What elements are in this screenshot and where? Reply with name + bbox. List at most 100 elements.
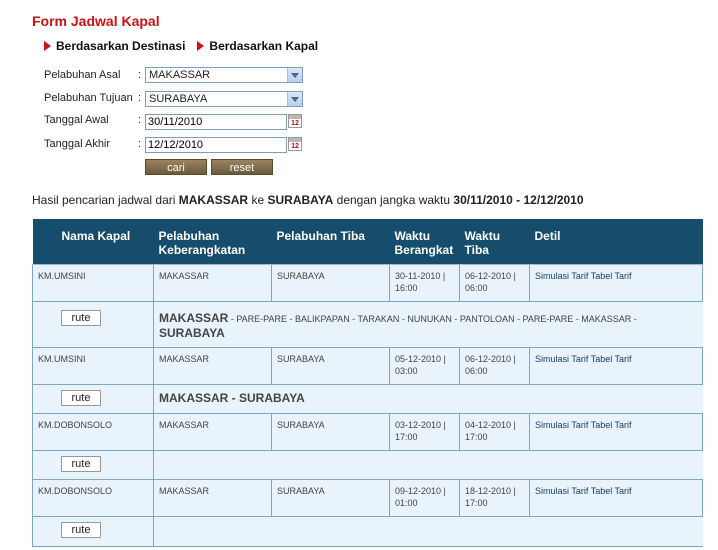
rute-button[interactable]: rute	[61, 521, 101, 538]
table-row: KM.UMSINI MAKASSAR SURABAYA 05-12-2010 |…	[32, 347, 703, 385]
tab-label: Berdasarkan Destinasi	[56, 39, 186, 53]
summary-prefix: Hasil pencarian jadwal dari	[32, 193, 176, 207]
header-waktu-tiba: Waktu Tiba	[459, 219, 530, 265]
rute-button[interactable]: rute	[61, 309, 101, 326]
search-summary: Hasil pencarian jadwal dari MAKASSAR ke …	[32, 193, 584, 207]
table-header-row: Nama Kapal Pelabuhan Keberangkatan Pelab…	[32, 219, 703, 265]
simulasi-tarif-link[interactable]: Simulasi Tarif	[535, 486, 588, 496]
table-row: KM.UMSINI MAKASSAR SURABAYA 30-11-2010 |…	[32, 264, 703, 302]
cell-waktu-berangkat: 09-12-2010 | 01:00	[389, 479, 460, 517]
pelabuhan-asal-label: Pelabuhan Asal	[44, 69, 121, 81]
cari-button[interactable]: cari	[145, 159, 207, 175]
cell-berangkat-port: MAKASSAR	[153, 347, 272, 385]
cell-waktu-berangkat: 03-12-2010 | 17:00	[389, 413, 460, 451]
tab-berdasarkan-destinasi[interactable]: Berdasarkan Destinasi	[44, 39, 185, 53]
cell-route	[153, 450, 703, 480]
header-nama-kapal: Nama Kapal	[32, 219, 154, 265]
cell-waktu-berangkat: 05-12-2010 | 03:00	[389, 347, 460, 385]
cell-tiba-port: SURABAYA	[271, 479, 390, 517]
cell-berangkat-port: MAKASSAR	[153, 264, 272, 302]
chevron-down-icon[interactable]	[287, 68, 302, 82]
calendar-icon[interactable]: 12	[288, 114, 302, 128]
cell-waktu-tiba: 04-12-2010 | 17:00	[459, 413, 530, 451]
route-full: MAKASSAR - SURABAYA	[159, 390, 305, 405]
cell-detil: Simulasi Tarif Tabel Tarif	[529, 264, 703, 302]
simulasi-tarif-link[interactable]: Simulasi Tarif	[535, 271, 588, 281]
summary-mid: ke	[251, 193, 265, 207]
route-row: rute MAKASSAR - PARE-PARE - BALIKPAPAN -…	[32, 301, 703, 348]
header-waktu-berangkat: Waktu Berangkat	[389, 219, 460, 265]
summary-to: SURABAYA	[267, 193, 334, 207]
rute-button[interactable]: rute	[61, 389, 101, 406]
pelabuhan-tujuan-row: Pelabuhan Tujuan :	[44, 89, 148, 107]
route-row: rute	[32, 450, 703, 480]
summary-mid2: dengan jangka waktu	[336, 193, 451, 207]
cell-route: MAKASSAR - PARE-PARE - BALIKPAPAN - TARA…	[153, 301, 703, 348]
search-mode-tabs: Berdasarkan Destinasi Berdasarkan Kapal	[44, 39, 330, 53]
rute-button[interactable]: rute	[61, 455, 101, 472]
pelabuhan-tujuan-select[interactable]: SURABAYA	[145, 91, 303, 107]
cell-kapal: KM.UMSINI	[32, 347, 154, 385]
pelabuhan-tujuan-value: SURABAYA	[149, 93, 208, 105]
cell-kapal: KM.DOBONSOLO	[32, 413, 154, 451]
tab-label: Berdasarkan Kapal	[209, 39, 319, 53]
cell-kapal: KM.UMSINI	[32, 264, 154, 302]
cell-waktu-tiba: 06-12-2010 | 06:00	[459, 264, 530, 302]
tanggal-akhir-label: Tanggal Akhir	[44, 138, 111, 150]
tab-berdasarkan-kapal[interactable]: Berdasarkan Kapal	[197, 39, 318, 53]
tabel-tarif-link[interactable]: Tabel Tarif	[591, 420, 632, 430]
calendar-day: 12	[291, 120, 299, 127]
summary-from: MAKASSAR	[178, 193, 249, 207]
route-end: SURABAYA	[159, 325, 225, 340]
cell-route	[153, 516, 703, 547]
summary-range: 30/11/2010 - 12/12/2010	[453, 193, 584, 207]
cell-tiba-port: SURABAYA	[271, 413, 390, 451]
cell-rute-button: rute	[32, 301, 154, 348]
cell-rute-button: rute	[32, 450, 154, 480]
arrow-right-icon	[44, 41, 51, 51]
tabel-tarif-link[interactable]: Tabel Tarif	[591, 354, 632, 364]
header-pelabuhan-tiba: Pelabuhan Tiba	[271, 219, 390, 265]
pelabuhan-asal-select[interactable]: MAKASSAR	[145, 67, 303, 83]
tanggal-akhir-row: Tanggal Akhir :	[44, 135, 148, 153]
route-row: rute MAKASSAR - SURABAYA	[32, 384, 703, 414]
cell-rute-button: rute	[32, 384, 154, 414]
table-row: KM.DOBONSOLO MAKASSAR SURABAYA 09-12-201…	[32, 479, 703, 517]
cell-berangkat-port: MAKASSAR	[153, 413, 272, 451]
tabel-tarif-link[interactable]: Tabel Tarif	[591, 486, 632, 496]
pelabuhan-tujuan-label: Pelabuhan Tujuan	[44, 92, 133, 104]
cell-route: MAKASSAR - SURABAYA	[153, 384, 703, 414]
header-detil: Detil	[529, 219, 703, 265]
cell-waktu-berangkat: 30-11-2010 | 16:00	[389, 264, 460, 302]
cell-detil: Simulasi Tarif Tabel Tarif	[529, 479, 703, 517]
cell-rute-button: rute	[32, 516, 154, 547]
pelabuhan-asal-row: Pelabuhan Asal :	[44, 66, 148, 84]
schedule-table: Nama Kapal Pelabuhan Keberangkatan Pelab…	[32, 219, 703, 547]
cell-tiba-port: SURABAYA	[271, 264, 390, 302]
tanggal-awal-label: Tanggal Awal	[44, 114, 109, 126]
cell-waktu-tiba: 18-12-2010 | 17:00	[459, 479, 530, 517]
reset-button[interactable]: reset	[211, 159, 273, 175]
simulasi-tarif-link[interactable]: Simulasi Tarif	[535, 420, 588, 430]
arrow-right-icon	[197, 41, 205, 51]
tabel-tarif-link[interactable]: Tabel Tarif	[591, 271, 632, 281]
calendar-day: 12	[291, 143, 299, 150]
route-row: rute	[32, 516, 703, 547]
table-row: KM.DOBONSOLO MAKASSAR SURABAYA 03-12-201…	[32, 413, 703, 451]
tanggal-awal-row: Tanggal Awal :	[44, 111, 148, 129]
cell-waktu-tiba: 06-12-2010 | 06:00	[459, 347, 530, 385]
chevron-down-icon[interactable]	[287, 92, 302, 106]
page-title: Form Jadwal Kapal	[32, 13, 160, 29]
tanggal-awal-input[interactable]	[145, 114, 287, 130]
cell-detil: Simulasi Tarif Tabel Tarif	[529, 413, 703, 451]
cell-detil: Simulasi Tarif Tabel Tarif	[529, 347, 703, 385]
cell-tiba-port: SURABAYA	[271, 347, 390, 385]
calendar-icon[interactable]: 12	[288, 137, 302, 151]
cell-berangkat-port: MAKASSAR	[153, 479, 272, 517]
route-start: MAKASSAR	[159, 310, 229, 325]
simulasi-tarif-link[interactable]: Simulasi Tarif	[535, 354, 588, 364]
header-pelabuhan-keberangkatan: Pelabuhan Keberangkatan	[153, 219, 272, 265]
tanggal-akhir-input[interactable]	[145, 137, 287, 153]
route-stops: - PARE-PARE - BALIKPAPAN - TARAKAN - NUN…	[228, 313, 637, 324]
pelabuhan-asal-value: MAKASSAR	[149, 69, 211, 81]
